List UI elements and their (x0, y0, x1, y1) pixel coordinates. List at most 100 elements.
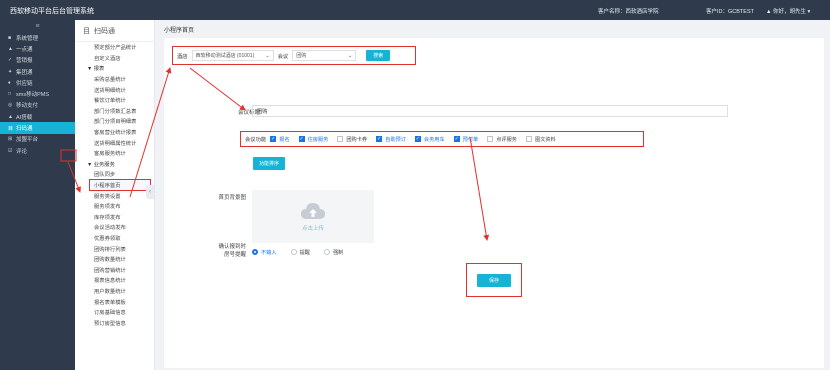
radio-label: 不输入 (261, 249, 277, 256)
sidebar-item-label: 移动支付 (16, 103, 39, 110)
sub-nav-item[interactable]: 送货明细属性统计 (83, 137, 154, 148)
checkbox-housing[interactable]: ✓ 住房服务 (298, 136, 328, 143)
checkbox-label: 自助预订 (385, 136, 406, 143)
sub-nav-item[interactable]: 库存项发布 (83, 212, 154, 223)
meeting-select-value: 团购 (296, 53, 307, 59)
sub-nav-item[interactable]: 团购营销统计 (83, 264, 154, 275)
checkbox-prepay[interactable]: ✓ 预付单 (453, 136, 478, 143)
sub-nav-item[interactable]: 预定部分产品统计 (83, 42, 154, 53)
sub-nav-item[interactable]: 采购总量统计 (83, 74, 154, 85)
main-content: 小程序首页 酒店 西软移动测试酒店 (01001) ⌄ 会议 团购 ⌄ 搜索 会议标… (158, 20, 830, 370)
sub-nav-item[interactable]: 订房基础信息 (83, 307, 154, 318)
sidebar-item-scan[interactable]: 目扫码通 (0, 122, 75, 134)
collapse-subnav-icon[interactable]: ‹ (146, 185, 154, 199)
hotel-label: 酒店 (177, 53, 188, 60)
sub-navigation: 目扫码通 预定部分产品统计 自定义酒店 ▼ 报表 采购总量统计 送货明细统计 餐… (75, 20, 155, 370)
square-icon: □ (8, 91, 12, 98)
checkbox-unchecked-icon (487, 136, 494, 142)
sidebar-item-group[interactable]: ✦ 集团通 (0, 66, 75, 77)
sub-nav-item[interactable]: 团购数量统计 (83, 254, 154, 265)
sidebar-item-marketing[interactable]: ✓ 营销报 (0, 55, 75, 66)
sub-nav-item[interactable]: 团购排行列表 (83, 243, 154, 254)
review-icon: ☑ (8, 147, 13, 154)
chevron-down-icon: ⌄ (265, 52, 270, 59)
function-checkbox-group: 会议功能 ✓ 报名 ✓ 住房服务 团购卡券 ✓ 自助预订 ✓ 会务用车 ✓ 预付单 点评服… (240, 131, 644, 147)
sub-nav-item[interactable]: 报名表单模板 (83, 296, 154, 307)
triangle-icon: ▲ (8, 45, 13, 52)
sidebar-item-label: AI搭载 (16, 114, 33, 121)
scan-icon: 目 (83, 27, 90, 35)
save-button[interactable]: 保存 (477, 273, 511, 287)
sidebar-item-system[interactable]: ■ 系统管理 (0, 32, 75, 43)
checkbox-checked-icon: ✓ (453, 136, 460, 142)
sub-nav-item[interactable]: 报表信息统计 (83, 275, 154, 286)
system-icon: ■ (8, 34, 12, 41)
sidebar-item-label: 评论 (16, 148, 28, 155)
sub-nav-item[interactable]: 送货明细统计 (83, 84, 154, 95)
notice-label-line2: 房号提醒 (223, 252, 246, 258)
sub-nav-item[interactable]: 客房服务统计 (83, 148, 154, 159)
sidebar-item-franchise[interactable]: ⊞ 加盟平台 (0, 134, 75, 145)
sidebar-item-payment[interactable]: ◎ 移动支付 (0, 100, 75, 111)
sub-nav-item[interactable]: 优惠券领取 (83, 233, 154, 244)
grid-icon: ⊞ (8, 136, 13, 143)
notice-radio-group: 不输入 提醒 强制 (252, 246, 357, 258)
background-upload[interactable]: 点击上传 (252, 190, 374, 243)
sub-nav-item[interactable]: 服务类设置 (83, 190, 154, 201)
top-bar: 西软移动平台后台管理系统 客户名称：西软酒店学院 客户ID：GCBTEST ▲ … (0, 0, 830, 20)
radio-force[interactable]: 强制 (323, 249, 343, 256)
radio-none[interactable]: 不输入 (252, 249, 277, 256)
hotel-select[interactable]: 西软移动测试酒店 (01001) ⌄ (191, 50, 274, 61)
sub-nav-title: 目扫码通 (75, 20, 154, 42)
function-sort-button[interactable]: 功能排序 (253, 157, 285, 170)
checkbox-self-booking[interactable]: ✓ 自助预订 (376, 136, 406, 143)
user-menu[interactable]: ▲ 你好，胡先生 ▾ (766, 7, 810, 15)
upload-text: 点击上传 (301, 225, 324, 232)
radio-selected-icon (252, 249, 258, 255)
sub-nav-item[interactable]: 客房营业统计报表 (83, 127, 154, 138)
checkbox-unchecked-icon (526, 136, 532, 142)
sub-nav-item-mini-program-home[interactable]: 小程序首页 (89, 178, 151, 192)
checkbox-label: 点评服务 (496, 136, 517, 143)
checkbox-car[interactable]: ✓ 会务用车 (414, 136, 445, 143)
sidebar-item-label: 扫码通 (16, 126, 33, 133)
breadcrumb: 小程序首页 (164, 28, 195, 34)
checkbox-coupon[interactable]: 团购卡券 (337, 136, 367, 143)
radio-unselected-icon (323, 249, 330, 255)
sidebar-item-supply[interactable]: ♦ 供应链 (0, 77, 75, 88)
sub-nav-item[interactable]: 服务项发布 (83, 201, 154, 212)
star-icon: ✦ (8, 68, 13, 75)
sub-nav-item[interactable]: 自定义酒店 (83, 53, 154, 64)
checkbox-docs[interactable]: 图文资料 (526, 136, 556, 143)
sub-nav-list: 预定部分产品统计 自定义酒店 ▼ 报表 采购总量统计 送货明细统计 餐饮订单统计… (75, 42, 154, 328)
ai-icon: ▲ (8, 113, 13, 120)
checkbox-label: 团购卡券 (346, 136, 368, 143)
sub-nav-item[interactable]: 部门分项目明细表 (83, 116, 154, 127)
chevron-down-icon: ⌄ (348, 52, 353, 59)
cloud-upload-icon (301, 202, 325, 219)
sidebar-item-label: 营销报 (16, 58, 33, 65)
checkbox-review[interactable]: 点评服务 (487, 136, 517, 143)
checkbox-signup[interactable]: ✓ 报名 (270, 136, 290, 143)
sidebar-item-review[interactable]: ☑ 评论 (0, 145, 75, 156)
search-button[interactable]: 搜索 (366, 50, 391, 61)
sub-nav-item[interactable]: 餐饮订单统计 (83, 95, 154, 106)
radio-remind[interactable]: 提醒 (290, 249, 310, 256)
sub-nav-item[interactable]: 用户数量统计 (83, 286, 154, 297)
sub-nav-item[interactable]: 会议活动发布 (83, 222, 154, 233)
checkbox-checked-icon: ✓ (270, 136, 277, 142)
meeting-label: 会议 (277, 53, 289, 60)
sidebar-item-pms[interactable]: □ sms移动PMS (0, 88, 75, 99)
sidebar-toggle-icon[interactable]: ≡ (0, 20, 75, 32)
sub-nav-group[interactable]: ▼ 业务服务 (83, 159, 154, 170)
title-input[interactable]: 团购 (252, 105, 728, 117)
meeting-select[interactable]: 团购 ⌄ (292, 50, 357, 61)
checkbox-label: 图文资料 (535, 136, 556, 143)
diamond-icon: ♦ (8, 79, 11, 86)
sidebar-item-yidiantong[interactable]: ▲ 一点通 (0, 43, 75, 54)
sub-nav-group[interactable]: ▼ 报表 (83, 63, 154, 74)
sub-nav-item[interactable]: 部门分项数汇总表 (83, 106, 154, 117)
sub-nav-item[interactable]: 团队同步 (83, 169, 154, 180)
sub-nav-item[interactable]: 预订房型信息 (83, 317, 154, 328)
sidebar-item-ai[interactable]: ▲ AI搭载 (0, 111, 75, 122)
